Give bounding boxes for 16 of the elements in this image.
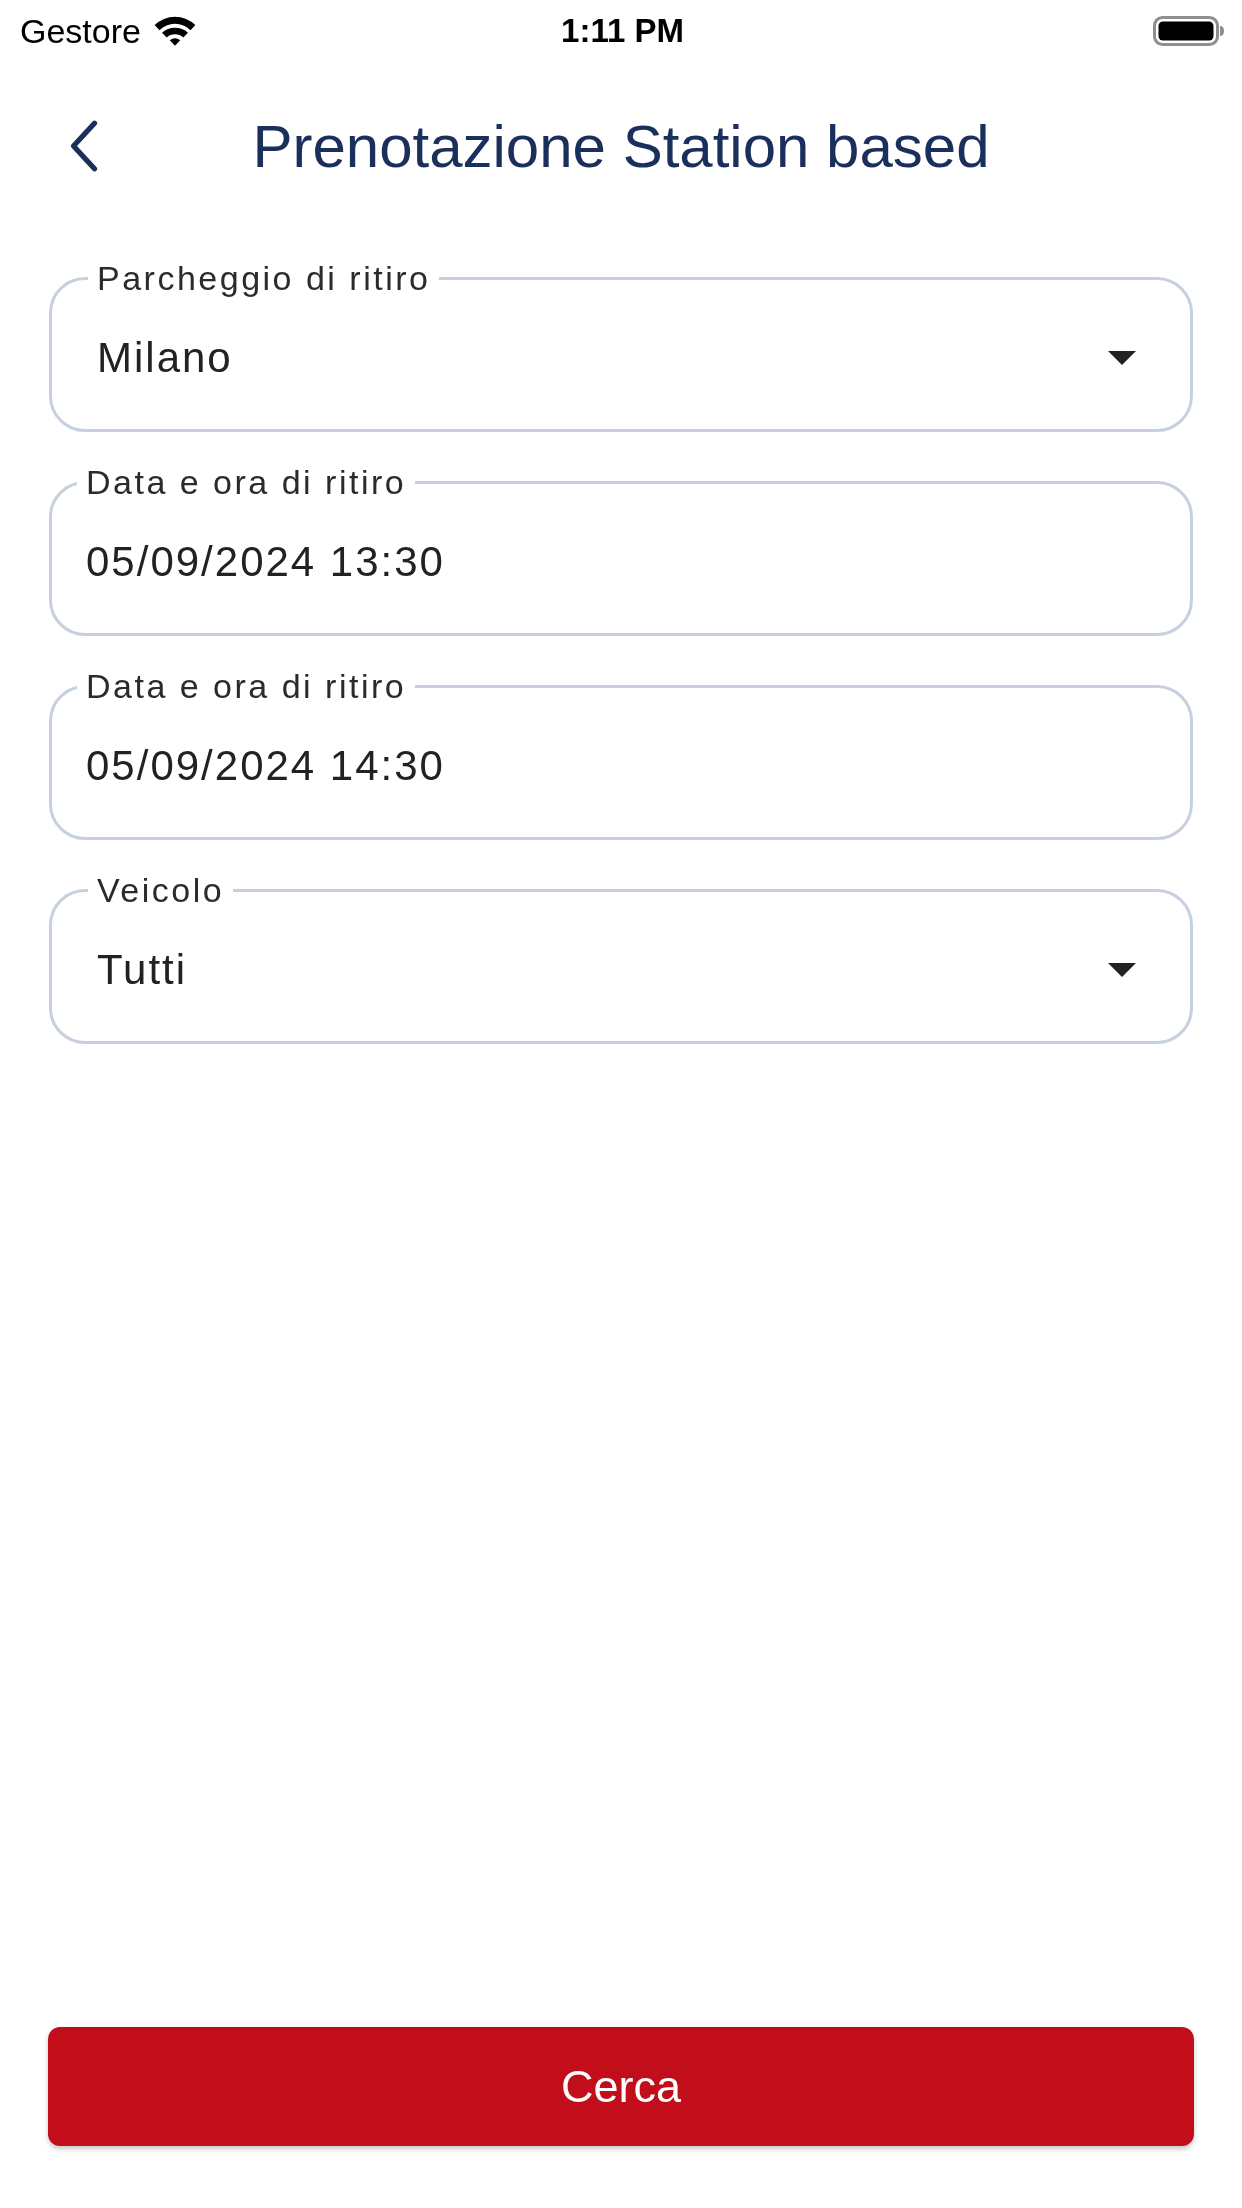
date-value: 05/09/2024 13:30: [86, 538, 445, 586]
carrier-name: Gestore: [20, 11, 141, 51]
field-label: Data e ora di ritiro: [85, 666, 408, 707]
status-time: 1:11 PM: [561, 12, 684, 50]
battery-icon: [1153, 16, 1225, 46]
date-value: 05/09/2024 14:30: [86, 742, 445, 790]
field-label: Data e ora di ritiro: [85, 462, 408, 503]
field-label: Parcheggio di ritiro: [96, 258, 432, 299]
selected-value: Tutti: [97, 946, 188, 994]
caret-down-icon: [1108, 351, 1136, 365]
search-button[interactable]: Cerca: [48, 2027, 1194, 2146]
page-title: Prenotazione Station based: [252, 111, 990, 181]
field-label: Veicolo: [96, 870, 226, 911]
caret-down-icon: [1108, 963, 1136, 977]
selected-value: Milano: [97, 334, 233, 382]
wifi-icon: [152, 15, 197, 47]
